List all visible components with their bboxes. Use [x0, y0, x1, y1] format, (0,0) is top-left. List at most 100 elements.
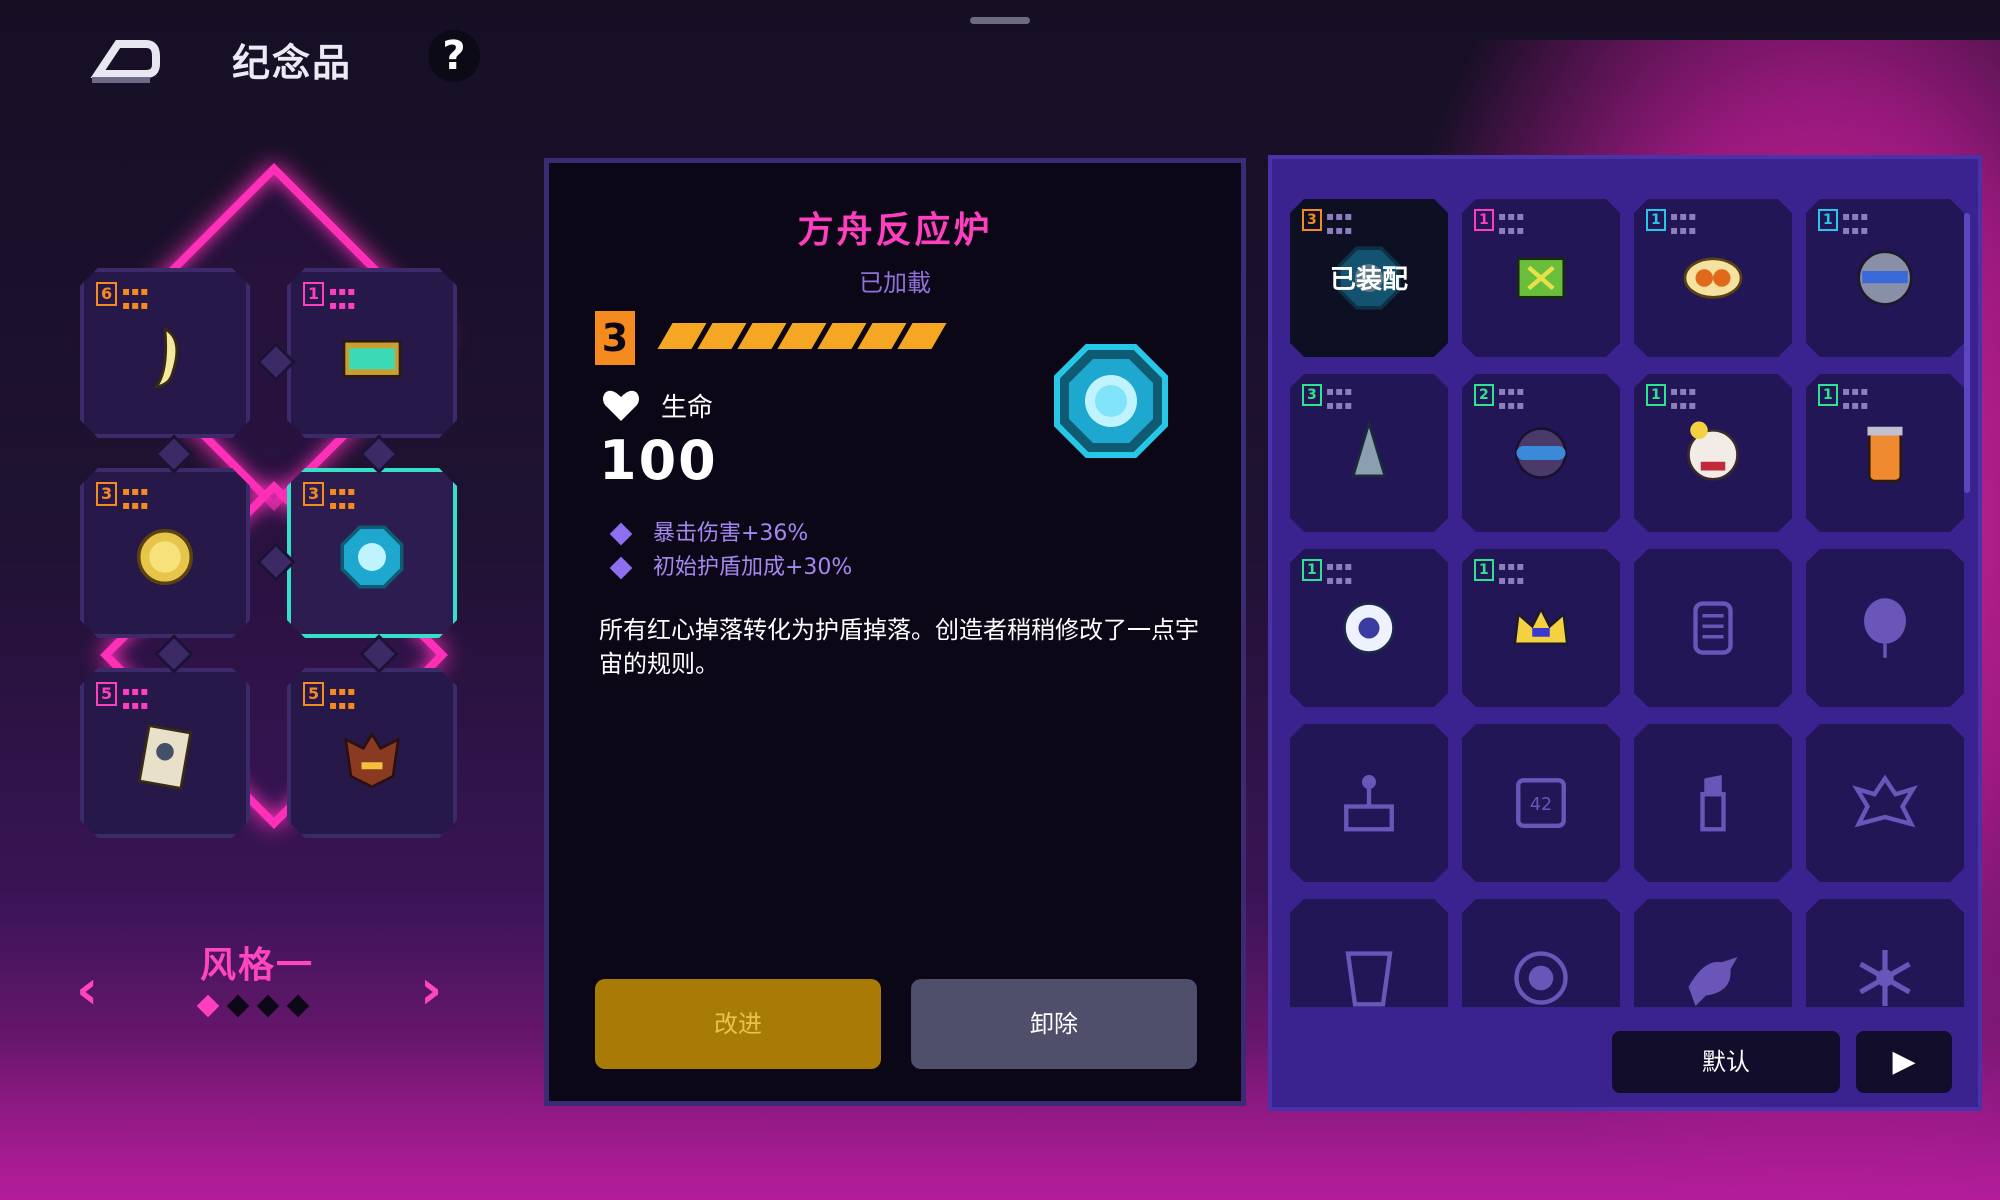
inventory-item[interactable]: 1 ▪▪▪ ▪▪▪: [1462, 199, 1620, 357]
inventory-item[interactable]: 1 ▪▪▪ ▪▪▪: [1290, 549, 1448, 707]
cyan-gem-icon: [332, 517, 412, 597]
upgrade-button[interactable]: 改进: [595, 979, 881, 1069]
lipstick-icon: [1678, 768, 1748, 838]
balloon-icon: [1850, 593, 1920, 663]
attribute-row: 初始护盾加成+30%: [609, 549, 853, 581]
rank-badge: 1: [1818, 384, 1838, 406]
joystick-icon: [1334, 768, 1404, 838]
back-button[interactable]: [88, 36, 160, 86]
level-dots: ▪▪▪ ▪▪▪: [329, 484, 357, 512]
loadout-slot[interactable]: 3 ▪▪▪ ▪▪▪: [80, 468, 250, 638]
clown-face-icon: [1678, 418, 1748, 488]
inventory-item[interactable]: 1 ▪▪▪ ▪▪▪: [1634, 374, 1792, 532]
chip-42-icon: 42: [1506, 768, 1576, 838]
style-prev-arrow[interactable]: ‹: [76, 958, 98, 1021]
rank-badge: 3: [1302, 384, 1322, 406]
inventory-item[interactable]: [1462, 899, 1620, 1007]
slot-connector: [359, 434, 399, 474]
peanut-icon: [1678, 243, 1748, 313]
inventory-item[interactable]: [1806, 899, 1964, 1007]
inventory-item[interactable]: 3 ▪▪▪ ▪▪▪ 已装配: [1290, 199, 1448, 357]
slot-connector: [154, 434, 194, 474]
inventory-grid: 3 ▪▪▪ ▪▪▪ 已装配 1 ▪▪▪ ▪▪▪ 1 ▪▪▪ ▪▪▪ 1 ▪▪▪ ▪▪▪ 3 ▪▪▪…: [1286, 195, 1966, 1007]
level-dots: ▪▪▪ ▪▪▪: [1326, 559, 1354, 587]
level-dots: ▪▪▪ ▪▪▪: [329, 684, 357, 712]
level-dots: ▪▪▪ ▪▪▪: [329, 284, 357, 312]
level-dots: ▪▪▪ ▪▪▪: [1498, 209, 1526, 237]
stat-value: 100: [599, 429, 718, 492]
level-dots: ▪▪▪ ▪▪▪: [1842, 384, 1870, 412]
inventory-item[interactable]: 42: [1462, 724, 1620, 882]
item-description: 所有红心掉落转化为护盾掉落。创造者稍稍修改了一点宇宙的规则。: [599, 616, 1199, 678]
style-next-arrow[interactable]: ›: [420, 958, 442, 1021]
level-dots: ▪▪▪ ▪▪▪: [1498, 384, 1526, 412]
inventory-item[interactable]: 1 ▪▪▪ ▪▪▪: [1806, 199, 1964, 357]
fang-icon: [125, 317, 205, 397]
inventory-item[interactable]: [1290, 724, 1448, 882]
default-button[interactable]: 默认: [1612, 1031, 1840, 1093]
ark-reactor-icon: [1054, 344, 1168, 458]
level-dots: ▪▪▪ ▪▪▪: [1670, 209, 1698, 237]
treasure-chest-icon: [332, 317, 412, 397]
attribute-text: 初始护盾加成+30%: [653, 555, 853, 580]
portrait-card-icon: [125, 717, 205, 797]
rank-badge: 1: [1302, 559, 1322, 581]
cup-icon: [1334, 943, 1404, 1007]
rank-badge: 3: [96, 482, 117, 506]
inventory-item[interactable]: [1806, 549, 1964, 707]
jar-icon: [1850, 418, 1920, 488]
inventory-item[interactable]: 1 ▪▪▪ ▪▪▪: [1634, 199, 1792, 357]
inventory-item[interactable]: [1634, 899, 1792, 1007]
level-dots: ▪▪▪ ▪▪▪: [1326, 209, 1354, 237]
green-cube-icon: [1506, 243, 1576, 313]
page-dot[interactable]: [226, 994, 250, 1018]
style-page-indicator: [196, 994, 310, 1018]
page-dot[interactable]: [286, 994, 310, 1018]
level-dots: ▪▪▪ ▪▪▪: [122, 684, 150, 712]
attribute-row: 暴击伤害+36%: [609, 515, 809, 547]
rank-badge: 1: [303, 282, 324, 306]
rank-badge: 5: [303, 682, 324, 706]
rank-badge: 1: [1646, 384, 1666, 406]
diamond-bullet-icon: [609, 522, 633, 546]
inventory-item[interactable]: [1806, 724, 1964, 882]
inventory-item[interactable]: [1634, 724, 1792, 882]
snowflake-icon: [1850, 943, 1920, 1007]
page-dot[interactable]: [196, 994, 220, 1018]
eyeball-icon: [1334, 593, 1404, 663]
attribute-text: 暴击伤害+36%: [653, 521, 809, 546]
star-icon: [897, 323, 947, 349]
page-title: 纪念品: [232, 41, 353, 85]
demon-mask-icon: [332, 717, 412, 797]
level-dots: ▪▪▪ ▪▪▪: [122, 484, 150, 512]
inventory-item[interactable]: 1 ▪▪▪ ▪▪▪: [1806, 374, 1964, 532]
inventory-panel: 3 ▪▪▪ ▪▪▪ 已装配 1 ▪▪▪ ▪▪▪ 1 ▪▪▪ ▪▪▪ 1 ▪▪▪ ▪▪▪ 3 ▪▪▪…: [1268, 155, 1982, 1111]
inventory-item[interactable]: 3 ▪▪▪ ▪▪▪: [1290, 374, 1448, 532]
gold-coin-icon: [125, 517, 205, 597]
diamond-bullet-icon: [609, 556, 633, 580]
top-handle[interactable]: [970, 17, 1030, 24]
level-dots: ▪▪▪ ▪▪▪: [122, 284, 150, 312]
inventory-item[interactable]: 1 ▪▪▪ ▪▪▪: [1462, 549, 1620, 707]
bird-icon: [1678, 943, 1748, 1007]
inventory-item[interactable]: [1290, 899, 1448, 1007]
skull-coin-icon: [1506, 943, 1576, 1007]
robot-helmet-icon: [1850, 243, 1920, 313]
rank-badge: 6: [96, 282, 117, 306]
item-title: 方舟反应炉: [797, 210, 993, 251]
detail-panel: 方舟反应炉 已加載 3 生命 100 暴击伤害+36% 初始护盾加成+30% 所…: [544, 158, 1246, 1106]
inventory-scrollbar[interactable]: [1964, 213, 1970, 493]
next-page-button[interactable]: ▶: [1856, 1031, 1952, 1093]
inventory-item[interactable]: 2 ▪▪▪ ▪▪▪: [1462, 374, 1620, 532]
unequip-button[interactable]: 卸除: [911, 979, 1197, 1069]
inventory-item[interactable]: [1634, 549, 1792, 707]
loadout-slot[interactable]: 1 ▪▪▪ ▪▪▪: [287, 268, 457, 438]
loadout-slot[interactable]: 3 ▪▪▪ ▪▪▪: [287, 468, 457, 638]
level-dots: ▪▪▪ ▪▪▪: [1326, 384, 1354, 412]
help-button[interactable]: ?: [428, 30, 480, 82]
loadout-slot[interactable]: 5 ▪▪▪ ▪▪▪: [287, 668, 457, 838]
page-dot[interactable]: [256, 994, 280, 1018]
loadout-slot[interactable]: 6 ▪▪▪ ▪▪▪: [80, 268, 250, 438]
back-arrow-icon: [90, 40, 160, 83]
loadout-slot[interactable]: 5 ▪▪▪ ▪▪▪: [80, 668, 250, 838]
